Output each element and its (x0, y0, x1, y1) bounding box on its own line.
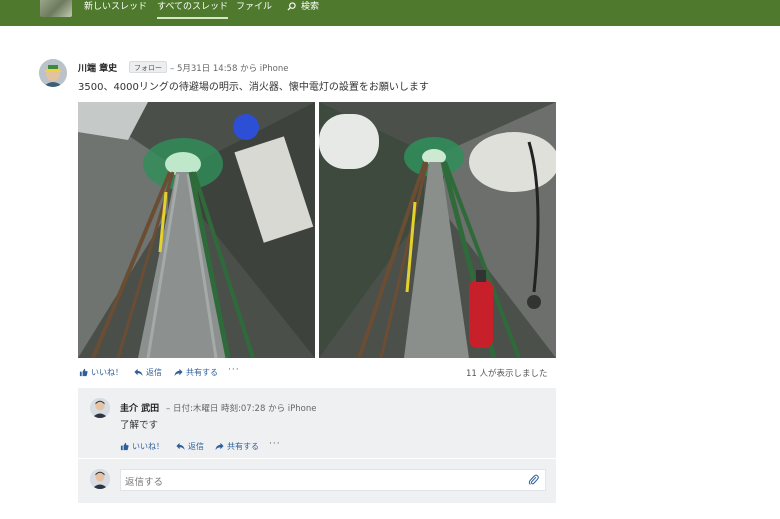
reply-button[interactable]: 返信 (134, 367, 162, 378)
post-timestamp: – 5月31日 14:58 から iPhone (170, 64, 289, 74)
reply-body: 了解です (120, 420, 159, 431)
reply-like-button[interactable]: いいね！ (120, 441, 164, 452)
nav-new-threads[interactable]: 新しいスレッド (84, 1, 147, 13)
reply-arrow-icon (134, 368, 143, 376)
current-user-avatar (90, 469, 110, 489)
share-icon (215, 442, 224, 451)
paperclip-icon[interactable] (528, 474, 539, 486)
group-image[interactable] (40, 0, 72, 17)
share-icon (174, 368, 183, 377)
reply-arrow-icon (176, 442, 185, 450)
reply-divider (78, 458, 556, 459)
like-label: いいね！ (91, 368, 123, 377)
nav-files[interactable]: ファイル (236, 1, 272, 13)
reply-reply-label: 返信 (188, 442, 204, 451)
thumbs-up-icon (79, 368, 88, 377)
reply-share-button[interactable]: 共有する (215, 441, 259, 452)
nav-search[interactable]: 検索 (301, 1, 319, 13)
thumbs-up-icon (120, 442, 129, 451)
reply-author-avatar[interactable] (90, 398, 110, 418)
share-label: 共有する (186, 368, 218, 377)
tunnel-photo-1[interactable] (78, 102, 315, 358)
post-author-name[interactable]: 川端 章史 (78, 61, 117, 74)
reply-like-label: いいね！ (132, 442, 164, 451)
search-icon[interactable] (287, 2, 296, 11)
reply-more-options-button[interactable]: ··· (269, 439, 281, 449)
reply-share-label: 共有する (227, 442, 259, 451)
reply-timestamp: – 日付:木曜日 時刻:07:28 から iPhone (166, 404, 317, 414)
post-body: 3500、4000リングの待避場の明示、消火器、懐中電灯の設置をお願いします (78, 82, 429, 93)
tunnel-photo-2[interactable] (319, 102, 556, 358)
reply-label: 返信 (146, 368, 162, 377)
more-options-button[interactable]: ··· (228, 365, 240, 375)
author-avatar[interactable] (39, 59, 67, 87)
reply-author-name[interactable]: 圭介 武田 (120, 401, 159, 414)
nav-all-threads[interactable]: すべてのスレッド (157, 1, 229, 19)
reply-reply-button[interactable]: 返信 (176, 441, 204, 452)
top-nav-bar: 新しいスレッド すべてのスレッド ファイル 検索 (0, 0, 780, 26)
share-button[interactable]: 共有する (174, 367, 218, 378)
view-count[interactable]: 11 人が表示しました (466, 367, 548, 379)
follow-button[interactable]: フォロー (129, 61, 167, 73)
reply-input-placeholder: 返信する (125, 477, 164, 488)
like-button[interactable]: いいね！ (79, 367, 123, 378)
reply-input[interactable]: 返信する (120, 469, 546, 491)
